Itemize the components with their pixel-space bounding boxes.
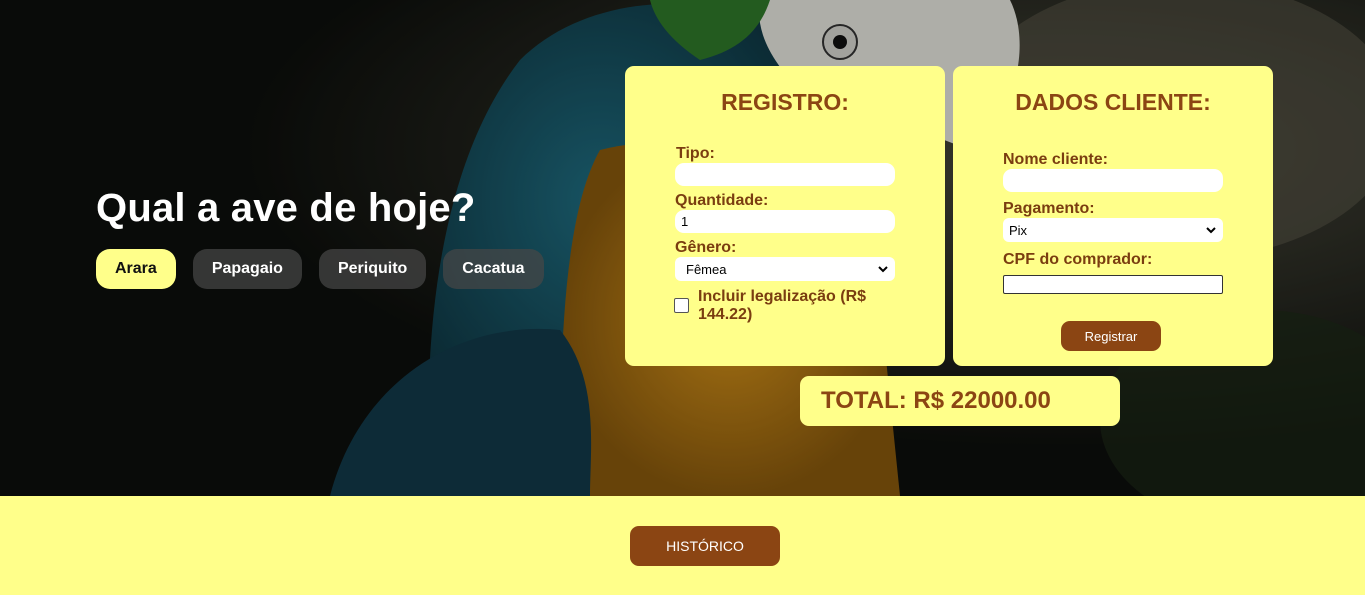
bird-tab-periquito[interactable]: Periquito <box>318 249 427 289</box>
cpf-input[interactable] <box>1003 275 1223 294</box>
chevron-down-icon <box>1206 227 1216 234</box>
dados-cliente-card: DADOS CLIENTE: Nome cliente: Pagamento: … <box>953 66 1273 366</box>
pagamento-select-value: Pix <box>1009 222 1028 238</box>
bird-tabs: Arara Papagaio Periquito Cacatua <box>96 249 544 289</box>
genero-select-value: Fêmea <box>686 261 727 277</box>
footer: HISTÓRICO <box>0 496 1365 595</box>
registro-card: REGISTRO: Tipo: Quantidade: Gênero: Fême… <box>625 66 945 366</box>
pagamento-label: Pagamento: <box>1003 200 1095 217</box>
nome-cliente-label: Nome cliente: <box>1003 151 1108 168</box>
pagamento-select[interactable]: Pix <box>1003 218 1223 242</box>
historico-button[interactable]: HISTÓRICO <box>630 526 780 566</box>
registro-title: REGISTRO: <box>721 89 849 115</box>
total-display: TOTAL: R$ 22000.00 <box>800 376 1120 426</box>
dados-cliente-title: DADOS CLIENTE: <box>1015 89 1211 115</box>
tipo-input[interactable] <box>675 163 895 186</box>
chevron-down-icon <box>878 266 888 273</box>
genero-select[interactable]: Fêmea <box>675 257 895 281</box>
quantidade-label: Quantidade: <box>675 192 769 209</box>
registrar-button[interactable]: Registrar <box>1061 321 1161 351</box>
bird-tab-arara[interactable]: Arara <box>96 249 176 289</box>
legalizacao-label: Incluir legalização (R$ 144.22) <box>698 288 867 323</box>
genero-label: Gênero: <box>675 239 737 256</box>
bird-tab-cacatua[interactable]: Cacatua <box>443 249 544 289</box>
legalizacao-checkbox[interactable] <box>674 298 689 313</box>
nome-cliente-input[interactable] <box>1003 169 1223 192</box>
cpf-label: CPF do comprador: <box>1003 251 1153 268</box>
bird-tab-papagaio[interactable]: Papagaio <box>192 249 302 289</box>
tipo-label: Tipo: <box>676 145 715 162</box>
quantidade-input[interactable] <box>675 210 895 233</box>
page-headline: Qual a ave de hoje? <box>96 186 476 230</box>
